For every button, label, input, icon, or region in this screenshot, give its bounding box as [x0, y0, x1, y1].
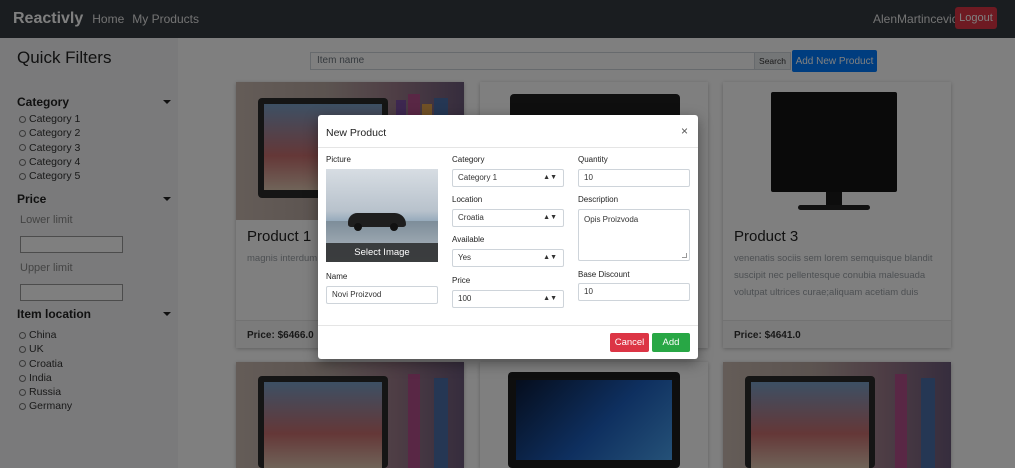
price-label: Price [452, 276, 471, 285]
resize-handle-icon[interactable] [682, 253, 687, 258]
category-select-value: Category 1 [458, 173, 498, 182]
price-input[interactable]: 100 ▲▼ [452, 290, 564, 308]
cancel-button[interactable]: Cancel [610, 333, 649, 352]
name-input[interactable]: Novi Proizvod [326, 286, 438, 304]
stepper-icon[interactable]: ▲▼ [543, 291, 557, 307]
new-product-modal: New Product × Picture Select Image Name … [318, 115, 698, 359]
category-label: Category [452, 155, 485, 164]
picture-preview[interactable]: Select Image [326, 169, 438, 262]
price-input-value: 100 [458, 294, 472, 303]
modal-title: New Product [326, 127, 387, 139]
available-label: Available [452, 235, 485, 244]
location-label: Location [452, 195, 483, 204]
location-select-value: Croatia [458, 213, 484, 222]
description-textarea[interactable]: Opis Proizvoda [578, 209, 690, 261]
available-select-value: Yes [458, 253, 472, 262]
picture-label: Picture [326, 155, 351, 164]
modal-footer-divider [318, 325, 698, 326]
quantity-input[interactable]: 10 [578, 169, 690, 187]
quantity-label: Quantity [578, 155, 608, 164]
category-select[interactable]: Category 1 ▲▼ [452, 169, 564, 187]
description-value: Opis Proizvoda [584, 215, 639, 224]
modal-header-divider [318, 147, 698, 148]
select-image-button[interactable]: Select Image [326, 243, 438, 262]
discount-label: Base Discount [578, 270, 630, 279]
close-icon[interactable]: × [681, 124, 688, 138]
select-arrow-icon: ▲▼ [543, 174, 557, 181]
location-select[interactable]: Croatia ▲▼ [452, 209, 564, 227]
description-label: Description [578, 195, 619, 204]
available-select[interactable]: Yes ▲▼ [452, 249, 564, 267]
select-arrow-icon: ▲▼ [543, 254, 557, 261]
select-arrow-icon: ▲▼ [543, 214, 557, 221]
discount-input[interactable]: 10 [578, 283, 690, 301]
name-label: Name [326, 272, 348, 281]
add-button[interactable]: Add [652, 333, 690, 352]
